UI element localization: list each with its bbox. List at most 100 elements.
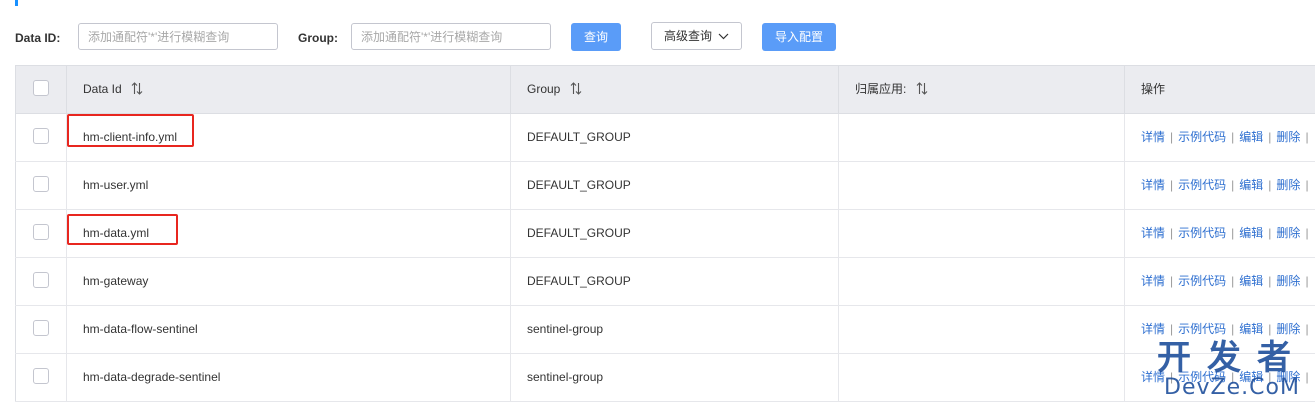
cell-ops: 详情 | 示例代码 | 编辑 | 删除 |: [1124, 258, 1315, 305]
detail-link[interactable]: 详情: [1141, 274, 1165, 288]
row-checkbox[interactable]: [33, 176, 49, 192]
cell-group: DEFAULT_GROUP: [510, 258, 838, 305]
cell-data-id: hm-data-flow-sentinel: [66, 306, 510, 353]
sample-code-link[interactable]: 示例代码: [1178, 178, 1226, 192]
row-checkbox[interactable]: [33, 224, 49, 240]
detail-link[interactable]: 详情: [1141, 226, 1165, 240]
cell-ops: 详情 | 示例代码 | 编辑 | 删除 |: [1124, 114, 1315, 161]
cell-group: DEFAULT_GROUP: [510, 114, 838, 161]
delete-link[interactable]: 删除: [1276, 226, 1300, 240]
search-button[interactable]: 查询: [571, 23, 621, 51]
ops-separator: |: [1305, 322, 1309, 336]
row-checkbox[interactable]: [33, 272, 49, 288]
table-row: hm-gateway DEFAULT_GROUP 详情 | 示例代码 | 编辑 | 删除 |: [15, 258, 1315, 306]
cell-group: sentinel-group: [510, 354, 838, 401]
sample-code-link[interactable]: 示例代码: [1178, 322, 1226, 336]
ops-separator: |: [1170, 322, 1174, 336]
edit-link[interactable]: 编辑: [1239, 274, 1263, 288]
cell-ops: 详情 | 示例代码 | 编辑 | 删除 |: [1124, 162, 1315, 209]
cell-group: DEFAULT_GROUP: [510, 162, 838, 209]
highlight-box-data: [67, 214, 178, 245]
cell-data-id: hm-user.yml: [66, 162, 510, 209]
header-select-cell: [15, 66, 66, 113]
select-all-checkbox[interactable]: [33, 80, 49, 96]
table-header-row: Data Id Group 归属应用: 操作: [15, 66, 1315, 114]
delete-link[interactable]: 删除: [1276, 178, 1300, 192]
cell-app: [838, 114, 1124, 161]
delete-link[interactable]: 删除: [1276, 274, 1300, 288]
edit-link[interactable]: 编辑: [1239, 130, 1263, 144]
ops-separator: |: [1305, 226, 1309, 240]
table-row: hm-data-degrade-sentinel sentinel-group …: [15, 354, 1315, 402]
data-id-search-input[interactable]: [78, 23, 278, 50]
header-app[interactable]: 归属应用:: [838, 66, 1124, 113]
delete-link[interactable]: 删除: [1276, 130, 1300, 144]
highlight-box-client-info: [67, 114, 194, 147]
import-config-button[interactable]: 导入配置: [762, 23, 836, 51]
cell-app: [838, 210, 1124, 257]
detail-link[interactable]: 详情: [1141, 322, 1165, 336]
row-checkbox[interactable]: [33, 128, 49, 144]
row-select-cell: [15, 258, 66, 305]
ops-separator: |: [1231, 130, 1235, 144]
header-data-id[interactable]: Data Id: [66, 66, 510, 113]
edit-link[interactable]: 编辑: [1239, 178, 1263, 192]
row-select-cell: [15, 162, 66, 209]
watermark-line1: 开发者: [1157, 338, 1307, 378]
table-body: hm-client-info.yml DEFAULT_GROUP 详情 | 示例代码…: [15, 114, 1315, 402]
ops-separator: |: [1268, 274, 1272, 288]
ops-separator: |: [1305, 274, 1309, 288]
edit-link[interactable]: 编辑: [1239, 322, 1263, 336]
watermark: 开发者 DevZe.CoM: [1157, 340, 1307, 400]
ops-separator: |: [1170, 274, 1174, 288]
header-app-label: 归属应用:: [855, 82, 907, 96]
sort-arrows-icon[interactable]: [570, 82, 582, 95]
chevron-down-icon: [718, 33, 729, 40]
table-row: hm-client-info.yml DEFAULT_GROUP 详情 | 示例代码…: [15, 114, 1315, 162]
cell-app: [838, 306, 1124, 353]
row-checkbox[interactable]: [33, 320, 49, 336]
page-accent-bar: [15, 0, 18, 6]
row-select-cell: [15, 114, 66, 161]
advanced-search-label: 高级查询: [663, 29, 712, 43]
sort-arrows-icon[interactable]: [131, 82, 143, 95]
row-checkbox[interactable]: [33, 368, 49, 384]
edit-link[interactable]: 编辑: [1239, 226, 1263, 240]
cell-group: sentinel-group: [510, 306, 838, 353]
header-ops-label: 操作: [1141, 82, 1166, 96]
config-table: Data Id Group 归属应用: 操作 hm-client-info.ym…: [15, 65, 1315, 402]
cell-app: [838, 162, 1124, 209]
cell-app: [838, 354, 1124, 401]
ops-separator: |: [1268, 178, 1272, 192]
sort-arrows-icon[interactable]: [916, 82, 928, 95]
row-select-cell: [15, 210, 66, 257]
detail-link[interactable]: 详情: [1141, 178, 1165, 192]
row-select-cell: [15, 306, 66, 353]
cell-group: DEFAULT_GROUP: [510, 210, 838, 257]
ops-separator: |: [1305, 178, 1309, 192]
sample-code-link[interactable]: 示例代码: [1178, 130, 1226, 144]
data-id-label: Data ID:: [15, 31, 61, 45]
header-ops: 操作: [1124, 66, 1315, 113]
header-group[interactable]: Group: [510, 66, 838, 113]
ops-separator: |: [1170, 226, 1174, 240]
ops-separator: |: [1231, 226, 1235, 240]
group-label: Group:: [298, 31, 338, 45]
ops-separator: |: [1268, 226, 1272, 240]
group-search-input[interactable]: [351, 23, 551, 50]
table-row: hm-user.yml DEFAULT_GROUP 详情 | 示例代码 | 编辑 | 删除 |: [15, 162, 1315, 210]
ops-separator: |: [1268, 322, 1272, 336]
row-select-cell: [15, 354, 66, 401]
cell-ops: 详情 | 示例代码 | 编辑 | 删除 |: [1124, 210, 1315, 257]
cell-app: [838, 258, 1124, 305]
delete-link[interactable]: 删除: [1276, 322, 1300, 336]
sample-code-link[interactable]: 示例代码: [1178, 226, 1226, 240]
sample-code-link[interactable]: 示例代码: [1178, 274, 1226, 288]
header-data-id-label: Data Id: [83, 82, 122, 96]
ops-separator: |: [1305, 130, 1309, 144]
advanced-search-button[interactable]: 高级查询: [651, 22, 742, 50]
ops-separator: |: [1231, 178, 1235, 192]
detail-link[interactable]: 详情: [1141, 130, 1165, 144]
ops-separator: |: [1268, 130, 1272, 144]
table-row: hm-data.yml DEFAULT_GROUP 详情 | 示例代码 | 编辑 | 删除 |: [15, 210, 1315, 258]
